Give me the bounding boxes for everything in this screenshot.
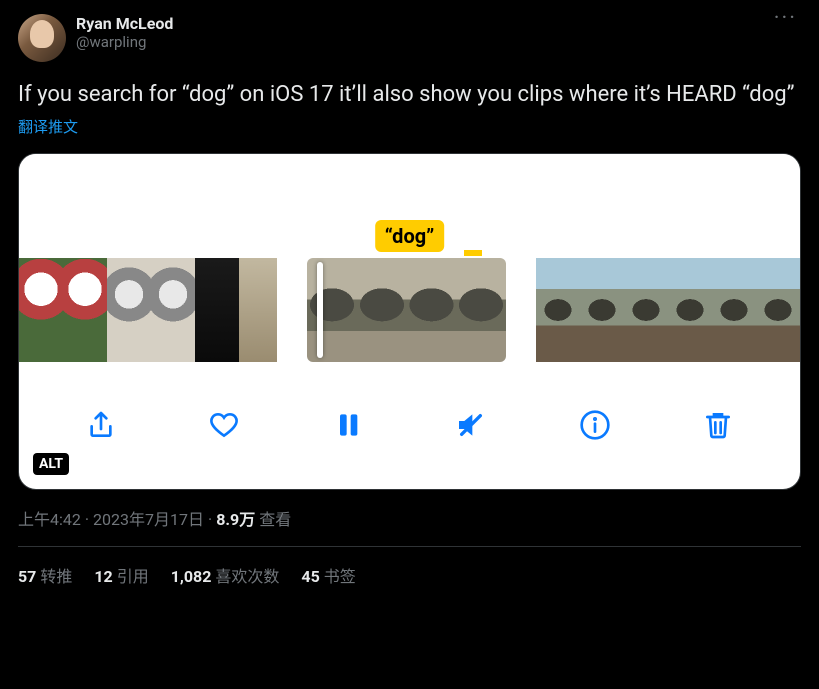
playhead[interactable] [317, 262, 323, 358]
stat-bookmarks[interactable]: 45书签 [301, 563, 355, 587]
clip-thumb[interactable] [712, 258, 756, 362]
tweet-container: Ryan McLeod @warpling ··· If you search … [0, 0, 819, 587]
clip-thumb[interactable] [107, 258, 151, 362]
clip-thumb[interactable] [456, 258, 506, 362]
meta-sep: · [208, 510, 212, 529]
stat-retweets[interactable]: 57转推 [18, 563, 72, 587]
clip-group[interactable] [19, 258, 277, 362]
clip-group-active[interactable] [307, 258, 506, 362]
clip-thumb[interactable] [624, 258, 668, 362]
tweet-meta: 上午4:42 · 2023年7月17日 · 8.9万 查看 [18, 506, 801, 530]
display-name: Ryan McLeod [76, 14, 760, 33]
tweet-text: If you search for “dog” on iOS 17 it’ll … [18, 80, 801, 110]
handle: @warpling [76, 33, 760, 51]
avatar[interactable] [18, 14, 66, 62]
translate-link[interactable]: 翻译推文 [18, 116, 78, 137]
clip-thumb[interactable] [756, 258, 800, 362]
views-label: 查看 [259, 506, 291, 530]
media-top-area: “dog” [19, 154, 800, 258]
clip-thumb[interactable] [580, 258, 624, 362]
clip-group[interactable] [536, 258, 800, 362]
video-timeline[interactable] [19, 258, 800, 362]
clip-thumb[interactable] [195, 258, 239, 362]
clip-thumb[interactable] [19, 258, 63, 362]
meta-sep: · [85, 510, 89, 529]
clip-thumb[interactable] [407, 258, 457, 362]
views-count[interactable]: 8.9万 [216, 506, 255, 530]
clip-thumb[interactable] [307, 258, 357, 362]
more-menu-button[interactable]: ··· [770, 14, 801, 24]
meta-time[interactable]: 上午4:42 [18, 506, 81, 530]
clip-thumb[interactable] [357, 258, 407, 362]
clip-thumb[interactable] [239, 258, 277, 362]
stat-likes[interactable]: 1,082喜欢次数 [171, 563, 280, 587]
author-block[interactable]: Ryan McLeod @warpling [76, 14, 760, 51]
clip-thumb[interactable] [668, 258, 712, 362]
clip-thumb[interactable] [536, 258, 580, 362]
heart-icon[interactable] [206, 407, 242, 443]
media-card[interactable]: “dog” [18, 153, 801, 490]
alt-badge[interactable]: ALT [33, 453, 69, 475]
mute-icon[interactable] [453, 407, 489, 443]
tweet-stats: 57转推 12引用 1,082喜欢次数 45书签 [18, 547, 801, 587]
info-icon[interactable] [577, 407, 613, 443]
meta-date[interactable]: 2023年7月17日 [93, 506, 204, 530]
tweet-header: Ryan McLeod @warpling ··· [18, 14, 801, 62]
highlight-marker [464, 250, 482, 256]
trash-icon[interactable] [700, 407, 736, 443]
clip-thumb[interactable] [151, 258, 195, 362]
clip-thumb[interactable] [63, 258, 107, 362]
search-highlight-label: “dog” [375, 220, 445, 252]
media-toolbar [19, 362, 800, 480]
stat-quotes[interactable]: 12引用 [94, 563, 148, 587]
share-icon[interactable] [83, 407, 119, 443]
pause-icon[interactable] [330, 407, 366, 443]
